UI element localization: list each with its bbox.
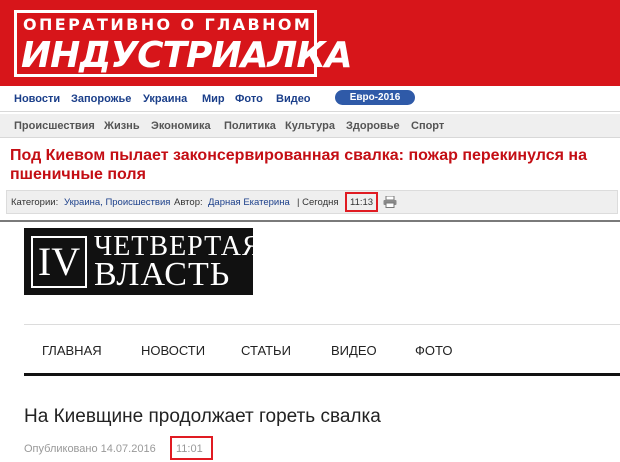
nav-item-health[interactable]: Здоровье [346, 120, 400, 132]
nav-item-ukraine[interactable]: Украина [143, 93, 187, 105]
article-headline[interactable]: На Киевщине продолжает гореть свалка [24, 406, 381, 428]
site-header: ОПЕРАТИВНО О ГЛАВНОМ ИНДУСТРИАЛКА [0, 0, 620, 86]
publish-time: 11:01 [176, 443, 203, 455]
published-date: Опубликовано 14.07.2016 [24, 443, 156, 455]
logo-numeral: IV [31, 236, 87, 288]
main-nav: ГЛАВНАЯ НОВОСТИ СТАТЬИ ВИДЕО ФОТО [24, 324, 620, 376]
nav-item-photo[interactable]: ФОТО [415, 343, 452, 358]
chetvertaya-vlast-logo[interactable]: IV ЧЕТВЕРТАЯ ВЛАСТЬ [24, 228, 261, 295]
primary-nav: Новости Запорожье Украина Мир Фото Видео… [0, 88, 620, 112]
logo-tagline: ОПЕРАТИВНО О ГЛАВНОМ [23, 15, 313, 34]
industrialka-site: ОПЕРАТИВНО О ГЛАВНОМ ИНДУСТРИАЛКА Новост… [0, 0, 620, 220]
nav-item-world[interactable]: Мир [202, 93, 225, 105]
nav-item-sport[interactable]: Спорт [411, 120, 444, 132]
nav-item-video[interactable]: ВИДЕО [331, 343, 377, 358]
nav-item-news[interactable]: НОВОСТИ [141, 343, 205, 358]
nav-item-video[interactable]: Видео [276, 93, 311, 105]
logo-word-vlast: ВЛАСТЬ [94, 256, 231, 293]
nav-item-economy[interactable]: Экономика [151, 120, 211, 132]
nav-item-life[interactable]: Жизнь [104, 120, 140, 132]
industrialka-logo[interactable]: ОПЕРАТИВНО О ГЛАВНОМ ИНДУСТРИАЛКА [14, 10, 353, 77]
chetvertaya-vlast-site: IV ЧЕТВЕРТАЯ ВЛАСТЬ ГЛАВНАЯ НОВОСТИ СТАТ… [0, 222, 620, 462]
time-highlight-box: 11:13 [345, 192, 378, 212]
secondary-nav: Происшествия Жизнь Экономика Политика Ку… [0, 114, 620, 138]
publish-time: 11:13 [350, 197, 374, 208]
categories-links[interactable]: Украина, Происшествия [64, 197, 170, 208]
nav-item-culture[interactable]: Культура [285, 120, 335, 132]
nav-item-home[interactable]: ГЛАВНАЯ [42, 343, 102, 358]
nav-item-zaporozhye[interactable]: Запорожье [71, 93, 131, 105]
nav-item-news[interactable]: Новости [14, 93, 60, 105]
article-meta-bar: Категории: Украина, Происшествия Автор: … [6, 190, 618, 214]
nav-item-articles[interactable]: СТАТЬИ [241, 343, 291, 358]
categories-label: Категории: [11, 197, 59, 208]
nav-item-incidents[interactable]: Происшествия [14, 120, 95, 132]
article-headline[interactable]: Под Киевом пылает законсервированная сва… [10, 146, 618, 184]
euro-2016-button[interactable]: Евро-2016 [335, 90, 415, 105]
nav-item-photo[interactable]: Фото [235, 93, 263, 105]
time-highlight-box: 11:01 [170, 436, 213, 460]
date-prefix: | Сегодня [297, 197, 339, 208]
printer-icon[interactable] [383, 196, 397, 208]
author-label: Автор: [174, 197, 203, 208]
logo-name: ИНДУСТРИАЛКА [21, 35, 353, 76]
author-link[interactable]: Дарная Екатерина [208, 197, 290, 208]
nav-item-politics[interactable]: Политика [224, 120, 276, 132]
